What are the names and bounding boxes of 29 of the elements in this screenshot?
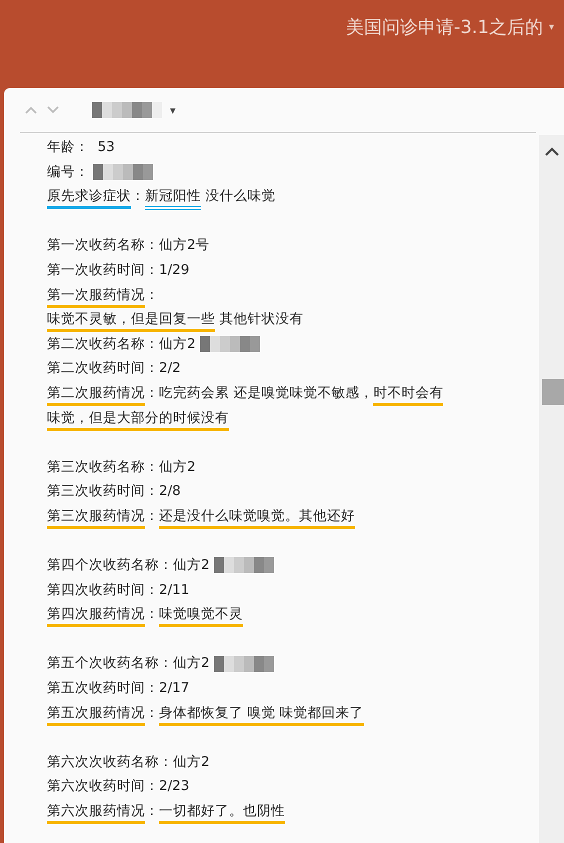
note-text: 第六次次收药名称：仙方2 — [47, 752, 210, 772]
note-text: 第三次收药时间：2/8 — [47, 482, 181, 502]
note-text: 第二次收药时间：2/2 — [47, 359, 181, 378]
note-text: 第四次服药情况：味觉嗅觉不灵 — [47, 602, 243, 627]
note-text: 第一次收药时间：1/29 — [47, 260, 190, 280]
note-text: 第五次收药时间：2/17 — [47, 679, 190, 698]
note-text: 第二次收药名称：仙方2 — [47, 334, 196, 354]
next-chevron-icon[interactable] — [46, 105, 60, 115]
note-text: 第六次收药时间：2/23 — [47, 777, 190, 796]
name-dropdown-caret[interactable]: ▾ — [170, 104, 176, 116]
note-text: 第四次收药时间：2/11 — [47, 580, 190, 600]
note-text: 第一次收药名称：仙方2号 — [47, 236, 210, 256]
note-text: 原先求诊症状：新冠阳性 没什么味觉 — [47, 184, 276, 209]
note-text: 第四个次收药名称：仙方2 — [47, 556, 210, 576]
scrollbar-thumb[interactable] — [542, 379, 564, 405]
note-text: 第六次服药情况：一切都好了。也阴性 — [47, 799, 285, 824]
document-title: 美国问诊申请-3.1之后的 — [346, 16, 543, 40]
scroll-up-icon[interactable] — [544, 145, 560, 157]
note-text: 第五次服药情况：身体都恢复了 嗅觉 味觉都回来了 — [47, 700, 364, 726]
note-text: 年龄： 53 — [47, 138, 115, 157]
note-text: 编号： — [47, 162, 89, 182]
note-text: 第三次收药名称：仙方2 — [47, 458, 196, 477]
scrollbar[interactable] — [539, 135, 564, 843]
previous-chevron-icon[interactable] — [24, 105, 38, 115]
note-text: 第三次服药情况：还是没什么味觉嗅觉。其他还好 — [47, 504, 355, 528]
note-text: 第五个次收药名称：仙方2 — [47, 654, 210, 674]
note-text: 味觉不灵敏，但是回复一些 其他针状没有 — [47, 307, 304, 332]
note-text: 第二次服药情况：吃完药会累 还是嗅觉味觉不敏感，时不时会有味觉，但是大部分的时候没有 — [47, 380, 452, 430]
note-text: 第一次服药情况： — [47, 282, 159, 308]
